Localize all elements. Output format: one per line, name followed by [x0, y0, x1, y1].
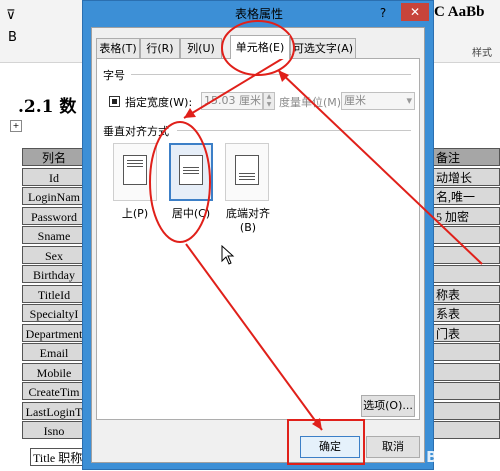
- table-cell: LastLoginT: [22, 401, 86, 420]
- table-cell: Password: [22, 206, 86, 225]
- table-cell: Sex: [22, 245, 86, 264]
- table-cell: Email: [22, 343, 86, 361]
- align-center-option[interactable]: [169, 143, 213, 201]
- styles-group-label: 样式: [472, 48, 492, 59]
- tab-cell[interactable]: 单元格(E): [230, 35, 290, 59]
- divider: [131, 74, 411, 75]
- size-section-title: 字号: [103, 69, 125, 82]
- align-bottom-label: 底端对齐(B): [226, 207, 270, 234]
- table-cell: Sname: [22, 226, 86, 244]
- divider: [177, 130, 411, 131]
- table-properties-dialog: 表格属性 ? ✕ 表格(T) 行(R) 列(U) 单元格(E) 可选文字(A) …: [82, 0, 434, 470]
- table-cell: [432, 421, 500, 439]
- table-cell: 5 加密: [432, 206, 500, 225]
- table-cell: [432, 245, 500, 264]
- table-move-handle[interactable]: +: [10, 120, 22, 132]
- table-cell: 动增长: [432, 167, 500, 186]
- close-button[interactable]: ✕: [401, 3, 429, 21]
- ribbon-icon[interactable]: ⊽: [6, 8, 16, 23]
- align-top-icon: [123, 155, 147, 185]
- align-center-icon: [179, 155, 203, 185]
- cancel-button[interactable]: 取消: [366, 436, 420, 458]
- unit-label: 度量单位(M):: [279, 96, 345, 109]
- tab-column[interactable]: 列(U): [180, 38, 222, 58]
- chevron-down-icon: ▾: [406, 94, 412, 107]
- table-cell: Id: [22, 167, 86, 186]
- ribbon-icon[interactable]: B: [8, 30, 17, 45]
- unit-select-value: 厘米: [344, 94, 366, 107]
- table-cell: [432, 265, 500, 283]
- cell-tab-panel: 字号 指定宽度(W): 15.03 厘米 ▲ ▼ 度量单位(M): 厘米 ▾ 垂直…: [96, 58, 420, 420]
- table-cell: [432, 226, 500, 244]
- tab-alt-text[interactable]: 可选文字(A): [290, 38, 356, 58]
- help-button[interactable]: ?: [375, 5, 391, 21]
- table-cell: TitleId: [22, 284, 86, 303]
- section-heading: .2.1 数: [18, 97, 77, 117]
- table-cell: [432, 362, 500, 381]
- align-top-label: 上(P): [121, 207, 149, 220]
- table-cell: 列名: [22, 148, 86, 166]
- bottom-table-cell: Title 职称: [30, 448, 86, 466]
- table-cell: Isno: [22, 421, 86, 439]
- table-cell: SpecialtyI: [22, 304, 86, 322]
- align-bottom-option[interactable]: [225, 143, 269, 201]
- ok-button[interactable]: 确定: [300, 436, 360, 458]
- mouse-cursor-icon: [221, 244, 235, 268]
- table-cell: 名,唯一: [432, 187, 500, 205]
- table-cell: Birthday: [22, 265, 86, 283]
- specify-width-checkbox[interactable]: [109, 96, 120, 107]
- dialog-body: 表格(T) 行(R) 列(U) 单元格(E) 可选文字(A) 字号 指定宽度(W…: [91, 27, 425, 463]
- table-cell: Department: [22, 323, 86, 342]
- vertical-align-section-title: 垂直对齐方式: [103, 125, 169, 138]
- tab-row[interactable]: 行(R): [140, 38, 180, 58]
- style-preview[interactable]: C AaBb: [434, 4, 484, 21]
- table-cell: Mobile: [22, 362, 86, 381]
- table-cell: 备注: [432, 148, 500, 166]
- table-cell: [432, 382, 500, 400]
- options-button[interactable]: 选项(O)...: [361, 395, 415, 417]
- width-input[interactable]: 15.03 厘米: [201, 92, 263, 110]
- table-cell: CreateTim: [22, 382, 86, 400]
- table-cell: 称表: [432, 284, 500, 303]
- table-cell: 门表: [432, 323, 500, 342]
- specify-width-label: 指定宽度(W):: [125, 96, 193, 109]
- unit-select[interactable]: 厘米 ▾: [341, 92, 415, 110]
- table-cell: 系表: [432, 304, 500, 322]
- align-bottom-icon: [235, 155, 259, 185]
- tab-table[interactable]: 表格(T): [96, 38, 140, 58]
- table-cell: LoginNam: [22, 187, 86, 205]
- align-top-option[interactable]: [113, 143, 157, 201]
- align-center-label: 居中(C): [171, 207, 211, 220]
- table-cell: [432, 343, 500, 361]
- table-cell: [432, 401, 500, 420]
- watermark: Bai 经验: [426, 448, 494, 466]
- width-spinner[interactable]: ▲ ▼: [263, 92, 275, 110]
